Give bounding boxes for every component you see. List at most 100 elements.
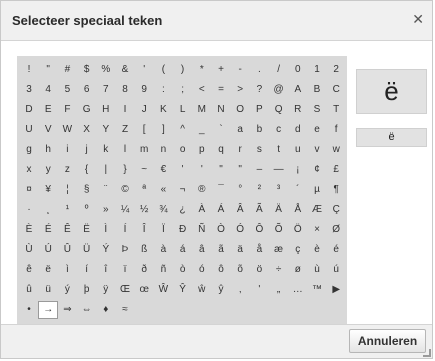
char-cell[interactable]: H [96,101,116,119]
char-cell[interactable]: A [288,81,308,99]
char-cell[interactable]: ® [192,181,212,199]
char-cell[interactable]: Q [269,101,289,119]
char-cell[interactable]: G [77,101,97,119]
char-cell[interactable]: Õ [269,221,289,239]
char-cell[interactable]: I [115,101,135,119]
char-cell[interactable]: « [153,181,173,199]
char-cell[interactable]: Ò [211,221,231,239]
char-cell[interactable]: ¹ [57,201,77,219]
char-cell[interactable]: U [19,121,39,139]
char-cell[interactable]: _ [192,121,212,139]
char-cell[interactable]: C [326,81,346,99]
char-cell[interactable]: g [19,141,39,159]
char-cell[interactable]: ² [249,181,269,199]
char-cell[interactable]: c [269,121,289,139]
char-cell[interactable]: y [38,161,58,179]
char-cell[interactable]: ` [211,121,231,139]
char-cell[interactable]: X [77,121,97,139]
char-cell[interactable]: Z [115,121,135,139]
char-cell[interactable]: Í [115,221,135,239]
char-cell[interactable]: Ì [96,221,116,239]
char-cell[interactable]: ¯ [211,181,231,199]
char-cell[interactable]: L [173,101,193,119]
char-cell[interactable]: ÷ [269,261,289,279]
char-cell[interactable]: ß [134,241,154,259]
char-cell[interactable]: ¡ [288,161,308,179]
char-cell[interactable]: œ [134,281,154,299]
char-cell[interactable]: … [288,281,308,299]
char-cell[interactable]: 6 [77,81,97,99]
char-cell[interactable]: 0 [288,61,308,79]
char-cell[interactable]: ŷ [211,281,231,299]
char-cell[interactable]: j [77,141,97,159]
char-cell[interactable]: Ð [173,221,193,239]
char-cell[interactable]: û [19,281,39,299]
char-cell[interactable]: v [307,141,327,159]
char-cell[interactable]: Å [288,201,308,219]
char-cell[interactable]: T [326,101,346,119]
char-cell[interactable]: – [249,161,269,179]
resize-handle-icon[interactable] [423,349,431,357]
char-cell[interactable]: Ê [57,221,77,239]
char-cell[interactable]: Ï [153,221,173,239]
char-cell[interactable]: ª [134,181,154,199]
char-cell[interactable]: ¨ [96,181,116,199]
char-cell[interactable]: ì [57,261,77,279]
char-cell[interactable]: ï [115,261,135,279]
char-cell[interactable]: È [19,221,39,239]
char-cell[interactable]: [ [134,121,154,139]
char-cell[interactable]: ó [192,261,212,279]
char-cell[interactable]: ¾ [153,201,173,219]
char-cell[interactable]: n [153,141,173,159]
char-cell[interactable]: „ [269,281,289,299]
char-cell[interactable]: h [38,141,58,159]
char-cell[interactable]: × [307,221,327,239]
char-cell[interactable]: ÿ [96,281,116,299]
char-cell[interactable]: æ [269,241,289,259]
char-cell[interactable]: w [326,141,346,159]
char-cell[interactable]: Ô [249,221,269,239]
char-cell[interactable]: ð [134,261,154,279]
char-cell[interactable]: " [38,61,58,79]
char-cell[interactable]: ¬ [173,181,193,199]
char-cell[interactable]: Ú [38,241,58,259]
char-cell[interactable]: ö [249,261,269,279]
char-cell[interactable]: F [57,101,77,119]
char-cell[interactable]: ? [249,81,269,99]
char-cell[interactable]: ♦ [96,301,116,319]
char-cell[interactable]: 7 [96,81,116,99]
char-cell[interactable]: K [153,101,173,119]
char-cell[interactable]: t [269,141,289,159]
char-cell[interactable]: ë [38,261,58,279]
char-cell[interactable]: ) [173,61,193,79]
char-cell[interactable]: ä [230,241,250,259]
char-cell[interactable]: R [288,101,308,119]
char-cell[interactable]: 9 [134,81,154,99]
char-cell[interactable]: r [230,141,250,159]
char-cell[interactable]: Â [230,201,250,219]
char-cell[interactable]: " [230,161,250,179]
char-cell[interactable]: Ó [230,221,250,239]
char-cell[interactable]: # [57,61,77,79]
char-cell[interactable]: i [57,141,77,159]
char-cell[interactable]: | [96,161,116,179]
char-cell[interactable]: Ä [269,201,289,219]
char-cell[interactable]: f [326,121,346,139]
char-cell[interactable]: S [307,101,327,119]
char-cell[interactable]: a [230,121,250,139]
char-cell[interactable]: & [115,61,135,79]
char-cell[interactable]: * [192,61,212,79]
char-cell[interactable]: µ [307,181,327,199]
char-cell[interactable]: N [211,101,231,119]
char-cell[interactable]: ] [153,121,173,139]
char-cell[interactable]: þ [77,281,97,299]
cancel-button[interactable]: Annuleren [349,329,426,353]
char-cell[interactable]: 2 [326,61,346,79]
char-cell[interactable]: ' [173,161,193,179]
char-cell[interactable]: Û [57,241,77,259]
char-cell[interactable]: ´ [288,181,308,199]
char-cell[interactable]: ¼ [115,201,135,219]
char-cell[interactable]: ò [173,261,193,279]
char-cell[interactable]: Î [134,221,154,239]
char-cell[interactable]: x [19,161,39,179]
